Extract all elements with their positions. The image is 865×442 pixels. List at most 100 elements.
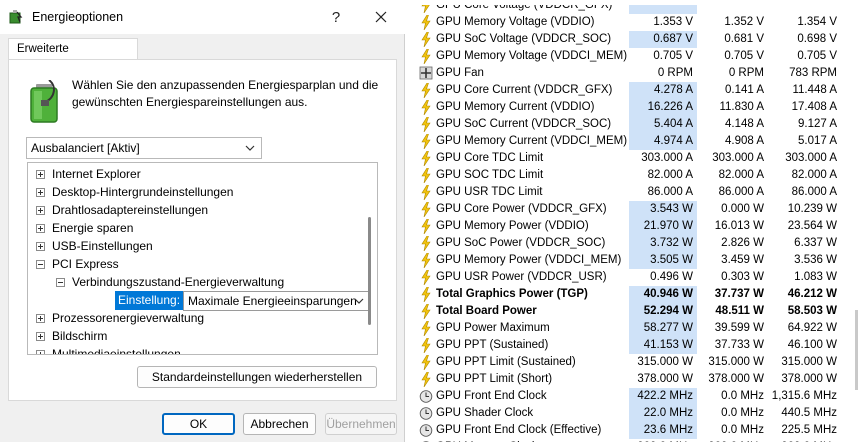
tree-scrollbar[interactable] — [368, 217, 371, 325]
expand-icon[interactable] — [36, 314, 45, 323]
sensor-scrollbar[interactable] — [855, 310, 858, 390]
sensor-min-value: 0.705 V — [724, 50, 764, 62]
sensor-row[interactable]: GPU Core Current (VDDCR_GFX) 4.278 A 0.141… — [405, 82, 860, 99]
bolt-icon — [421, 236, 431, 251]
sensor-table-top-edge — [405, 0, 865, 5]
sensor-row[interactable]: GPU Memory Power (VDDIO) 21.970 W 16.013 W… — [405, 218, 860, 235]
bolt-icon — [421, 219, 431, 234]
bolt-icon — [421, 100, 431, 115]
sensor-name: GPU Core TDC Limit — [436, 152, 544, 164]
sensor-current-value: 41.153 W — [629, 337, 697, 354]
sensor-current-value: 82.000 A — [647, 169, 693, 181]
sensor-max-value: 58.503 W — [787, 305, 837, 317]
sensor-row[interactable]: Total Board Power 52.294 W 48.511 W 58.503 … — [405, 303, 860, 320]
sensor-row[interactable]: GPU Shader Clock 22.0 MHz 0.0 MHz 440.5 MHz — [405, 405, 860, 422]
sensor-min-value: 37.737 W — [714, 288, 764, 300]
collapse-icon[interactable] — [56, 278, 65, 287]
bolt-icon — [421, 151, 431, 166]
sensor-min-value: 1.352 V — [724, 16, 764, 28]
sensor-row[interactable]: GPU PPT Limit (Sustained) 315.000 W 315.00… — [405, 354, 860, 371]
sensor-max-value: 86.000 A — [791, 186, 837, 198]
sensor-max-value: 11.448 A — [792, 84, 837, 96]
expand-icon[interactable] — [36, 242, 45, 251]
expand-icon[interactable] — [36, 350, 45, 354]
expand-icon[interactable] — [36, 206, 45, 215]
apply-button[interactable]: Übernehmen — [325, 413, 397, 435]
sensor-max-value: 5.017 A — [797, 135, 837, 147]
sensor-row[interactable]: GPU SoC Voltage (VDDCR_SOC) 0.687 V 0.681 … — [405, 31, 860, 48]
sensor-row[interactable]: GPU Fan 0 RPM 0 RPM 783 RPM — [405, 65, 860, 82]
sensor-row[interactable]: GPU SoC Current (VDDCR_SOC) 5.404 A 4.148 … — [405, 116, 860, 133]
sensor-max-value: 17.408 A — [791, 101, 837, 113]
sensor-row[interactable]: GPU Memory Voltage (VDDIO) 1.353 V 1.352 V… — [405, 14, 860, 31]
collapse-icon[interactable] — [36, 260, 45, 269]
sensor-row[interactable]: GPU Core Power (VDDCR_GFX) 3.543 W 0.000 W… — [405, 201, 860, 218]
settings-tree[interactable]: Internet Explorer Desktop-Hintergrundein… — [27, 162, 378, 355]
sensor-row[interactable]: GPU PPT (Sustained) 41.153 W 37.733 W 46.10… — [405, 337, 860, 354]
sensor-current-value: 52.294 W — [629, 303, 697, 320]
sensor-current-value: 22.0 MHz — [629, 405, 697, 422]
bolt-icon — [421, 338, 431, 353]
sensor-row[interactable]: GPU USR TDC Limit 86.000 A 86.000 A 86.000 … — [405, 184, 860, 201]
sensor-max-value: 783 RPM — [789, 67, 837, 79]
sensor-max-value: 10.239 W — [787, 203, 837, 215]
expand-icon[interactable] — [36, 188, 45, 197]
sensor-current-value: 21.970 W — [629, 218, 697, 235]
bolt-icon — [421, 49, 431, 64]
bolt-icon — [421, 253, 431, 268]
sensor-current-value: 4.974 A — [629, 133, 697, 150]
sensor-min-value: 2.826 W — [721, 237, 764, 249]
bolt-icon — [421, 15, 431, 30]
sensor-name: GPU Front End Clock — [436, 390, 547, 402]
sensor-current-value: 378.000 W — [637, 373, 693, 385]
tree-item-label: Multimediaeinstellungen — [52, 347, 181, 355]
sensor-row[interactable]: GPU Core TDC Limit 303.000 A 303.000 A 303.… — [405, 150, 860, 167]
sensor-max-value: 82.000 A — [791, 169, 837, 181]
restore-defaults-button[interactable]: Standardeinstellungen wiederherstellen — [137, 366, 377, 388]
cancel-button[interactable]: Abbrechen — [243, 413, 316, 435]
expand-icon[interactable] — [36, 332, 45, 341]
sensor-min-value: 315.000 W — [708, 356, 764, 368]
sensor-table: GPU Core Voltage (VDDCR_GFX) GPU Memory V… — [405, 0, 865, 442]
help-button[interactable]: ? — [322, 7, 350, 29]
sensor-current-value: 58.277 W — [629, 320, 697, 337]
sensor-min-value: 16.013 W — [714, 220, 764, 232]
tree-item-label: Verbindungszustand-Energieverwaltung — [72, 275, 285, 289]
sensor-row[interactable]: GPU SOC TDC Limit 82.000 A 82.000 A 82.000 … — [405, 167, 860, 184]
bolt-icon — [421, 270, 431, 285]
sensor-row[interactable]: GPU Front End Clock (Effective) 23.6 MHz 0… — [405, 422, 860, 439]
sensor-row[interactable]: GPU Memory Voltage (VDDCI_MEM) 0.705 V 0.7… — [405, 48, 860, 65]
sensor-row[interactable]: GPU Memory Power (VDDCI_MEM) 3.505 W 3.459… — [405, 252, 860, 269]
ok-button[interactable]: OK — [162, 413, 235, 435]
chevron-down-icon — [354, 298, 364, 304]
close-icon[interactable] — [366, 6, 396, 28]
sensor-min-value: 378.000 W — [708, 373, 764, 385]
sensor-row[interactable]: GPU Memory Current (VDDIO) 16.226 A 11.830… — [405, 99, 860, 116]
expand-icon[interactable] — [36, 224, 45, 233]
sensor-row[interactable]: Total Graphics Power (TGP) 40.946 W 37.737… — [405, 286, 860, 303]
sensor-name: Total Board Power — [436, 305, 537, 317]
fan-icon — [419, 66, 433, 80]
bolt-icon — [421, 287, 431, 302]
sensor-row[interactable]: GPU PPT Limit (Short) 378.000 W 378.000 W 3… — [405, 371, 860, 388]
bolt-icon — [421, 304, 431, 319]
sensor-row[interactable]: GPU SoC Power (VDDCR_SOC) 3.732 W 2.826 W 6… — [405, 235, 860, 252]
sensor-row[interactable]: GPU Power Maximum 58.277 W 39.599 W 64.922 … — [405, 320, 860, 337]
bolt-icon — [421, 168, 431, 183]
sensor-name: GPU USR TDC Limit — [436, 186, 543, 198]
setting-value-select[interactable]: Maximale Energieeinsparungen — [183, 291, 369, 311]
power-plan-select[interactable]: Ausbalanciert [Aktiv] — [26, 137, 262, 159]
sensor-row[interactable]: GPU Front End Clock 422.2 MHz 0.0 MHz 1,315… — [405, 388, 860, 405]
expand-icon[interactable] — [36, 170, 45, 179]
tab-advanced-settings[interactable]: Erweiterte Einstellungen — [8, 38, 138, 76]
sensor-row[interactable]: GPU USR Power (VDDCR_USR) 0.496 W 0.303 W 1… — [405, 269, 860, 286]
sensor-name: GPU Shader Clock — [436, 407, 534, 419]
sensor-name: GPU SOC TDC Limit — [436, 169, 544, 181]
sensor-max-value: 378.000 W — [781, 373, 837, 385]
battery-power-icon — [30, 80, 58, 123]
tree-item-label: Drahtlosadaptereinstellungen — [52, 203, 209, 217]
sensor-min-value: 303.000 A — [712, 152, 764, 164]
bolt-icon — [421, 321, 431, 336]
sensor-name: GPU Core Power (VDDCR_GFX) — [436, 203, 607, 215]
sensor-row[interactable]: GPU Memory Current (VDDCI_MEM) 4.974 A 4.9… — [405, 133, 860, 150]
